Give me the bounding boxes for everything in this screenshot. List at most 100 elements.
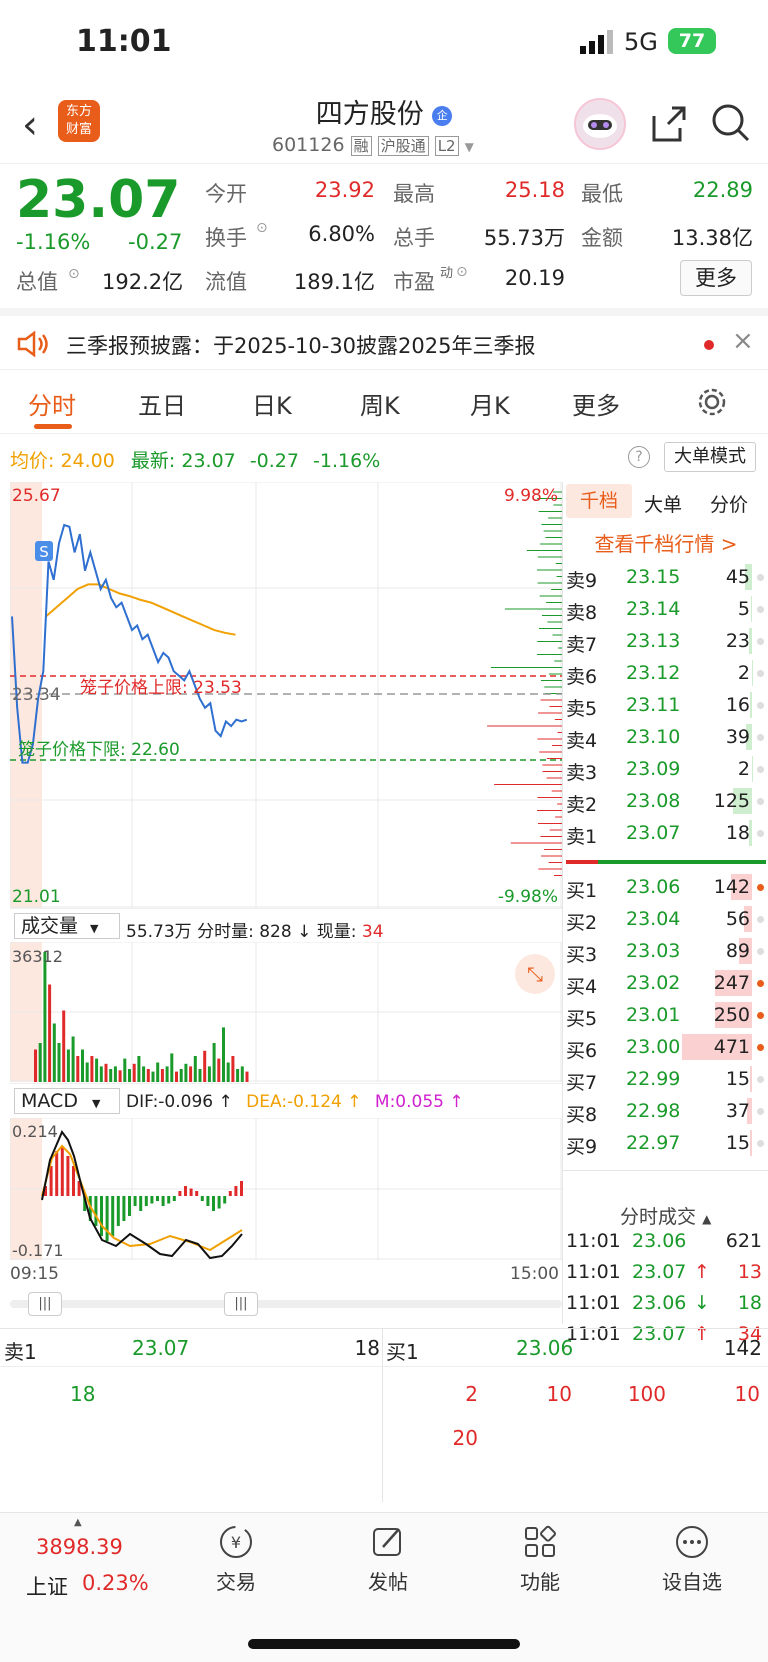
order-price: 23.10 <box>626 726 681 748</box>
sell-order-row[interactable]: 卖9 23.15 45 <box>566 562 766 594</box>
expand-icon: ⤡ <box>527 962 543 986</box>
order-level-label: 买7 <box>566 1072 598 1094</box>
trade-icon: ¥ <box>220 1526 252 1558</box>
tab-monthly-k[interactable]: 月K <box>470 386 510 421</box>
nav-functions[interactable]: 功能 <box>490 1523 590 1595</box>
order-status-dot <box>757 1108 764 1115</box>
macd-header: MACD ▼ DIF:-0.096 ↑ DEA:-0.124 ↑ M:0.055 … <box>10 1083 562 1117</box>
buy-order-row[interactable]: 买3 23.03 89 <box>566 936 766 968</box>
order-price: 23.13 <box>626 630 681 652</box>
info-icon[interactable]: ⊙ <box>456 264 468 280</box>
buy-order-row[interactable]: 买9 22.97 15 <box>566 1128 766 1160</box>
search-icon[interactable] <box>710 102 752 148</box>
sell-order-row[interactable]: 卖6 23.12 2 <box>566 658 766 690</box>
indicator-select-macd[interactable]: MACD ▼ <box>14 1088 120 1114</box>
tab-weekly-k[interactable]: 周K <box>360 386 400 421</box>
big-order-mode-button[interactable]: 大单模式 <box>664 442 756 472</box>
close-icon[interactable]: × <box>732 326 754 356</box>
buy-order-row[interactable]: 买7 22.99 15 <box>566 1064 766 1096</box>
buy-order-row[interactable]: 买8 22.98 37 <box>566 1096 766 1128</box>
volume-bar <box>99 1066 103 1082</box>
order-price: 23.15 <box>626 566 681 588</box>
cage-lower-label: 笼子价格下限: 22.60 <box>18 740 180 760</box>
sell-order-row[interactable]: 卖4 23.10 39 <box>566 722 766 754</box>
view-thousand-link[interactable]: 查看千档行情 > <box>566 528 766 557</box>
latest-label: 最新: <box>130 450 176 472</box>
chevron-up-icon[interactable]: ▲ <box>74 1517 82 1528</box>
macd-bar <box>60 1146 64 1196</box>
settings-gear-icon[interactable] <box>696 386 728 422</box>
volume-bar <box>137 1056 141 1082</box>
order-volume: 89 <box>725 940 750 962</box>
y-mid-label: 23.34 <box>12 685 61 705</box>
queue-buy-item: 10 <box>546 1382 572 1406</box>
nav-post[interactable]: 发帖 <box>338 1523 438 1595</box>
intraday-chart[interactable]: S 25.67 23.34 21.01 9.98% -9.98% 笼子价格上限:… <box>10 482 562 908</box>
nav-trade[interactable]: ¥ 交易 <box>186 1523 286 1595</box>
tab-price-dist[interactable]: 分价 <box>710 490 748 517</box>
tick-title[interactable]: 分时成交 ▲ <box>620 1202 711 1229</box>
notice-bar[interactable]: 三季报预披露：于2025-10-30披露2025年三季报 × <box>0 308 768 370</box>
sell-order-row[interactable]: 卖8 23.14 5 <box>566 594 766 626</box>
tab-big-order[interactable]: 大单 <box>644 490 682 517</box>
macd-dif: DIF:-0.096 ↑ <box>126 1092 233 1112</box>
buy-order-row[interactable]: 买1 23.06 142 <box>566 872 766 904</box>
volume-bar <box>198 1069 202 1082</box>
tab-daily-k[interactable]: 日K <box>252 386 292 421</box>
volume-chart[interactable]: 36312 ⤡ <box>10 942 562 1082</box>
macd-bar <box>195 1191 199 1196</box>
stat-label-volume: 总手 <box>393 226 435 250</box>
tab-more[interactable]: 更多 <box>572 386 620 421</box>
order-status-dot <box>757 798 764 805</box>
stat-label-pe: 市盈 <box>393 270 435 294</box>
more-button[interactable]: 更多 <box>680 260 752 296</box>
sell-order-row[interactable]: 卖2 23.08 125 <box>566 786 766 818</box>
tab-five-day[interactable]: 五日 <box>138 386 186 421</box>
info-icon[interactable]: ⊙ <box>68 266 80 282</box>
volume-header: 成交量 ▼ 55.73万 分时量: 828 ↓ 现量: 34 <box>10 908 562 942</box>
tick-title-label: 分时成交 <box>620 1206 697 1228</box>
help-icon[interactable]: ? <box>628 446 650 468</box>
order-price: 23.11 <box>626 694 681 716</box>
stat-label-turnover: 换手 <box>205 226 247 250</box>
time-end-label: 15:00 <box>510 1264 559 1284</box>
tab-thousand-level[interactable]: 千档 <box>566 484 632 518</box>
robot-avatar-icon[interactable] <box>574 98 626 150</box>
volume-bar <box>95 1058 99 1082</box>
share-icon[interactable] <box>648 104 688 148</box>
queue-buy-label: 买1 <box>386 1340 419 1364</box>
order-price: 23.09 <box>626 758 681 780</box>
indicator-select-volume[interactable]: 成交量 ▼ <box>14 913 120 939</box>
order-status-dot <box>757 638 764 645</box>
chevron-down-icon: ▼ <box>90 922 99 935</box>
info-icon[interactable]: ⊙ <box>256 220 268 236</box>
tick-price: 23.06 <box>632 1292 687 1314</box>
range-slider-track[interactable] <box>10 1300 562 1308</box>
range-handle-right[interactable]: ||| <box>224 1292 258 1316</box>
macd-bar <box>217 1196 221 1209</box>
macd-bar <box>178 1191 182 1196</box>
pct-bot-label: -9.98% <box>498 887 558 907</box>
signal-marker-label: S <box>39 543 49 561</box>
nav-add-watchlist[interactable]: 设自选 <box>642 1523 742 1595</box>
range-handle-left[interactable]: ||| <box>28 1292 62 1316</box>
divider <box>382 1328 383 1502</box>
macd-chart[interactable]: 0.214 -0.171 <box>10 1118 562 1260</box>
macd-bot-label: -0.171 <box>12 1241 64 1260</box>
sell-order-row[interactable]: 卖1 23.07 18 <box>566 818 766 850</box>
tab-intraday[interactable]: 分时 <box>28 386 76 421</box>
index-value[interactable]: 3898.39 <box>36 1535 123 1559</box>
sell-order-row[interactable]: 卖3 23.09 2 <box>566 754 766 786</box>
buy-order-row[interactable]: 买2 23.04 56 <box>566 904 766 936</box>
nav-trade-label: 交易 <box>216 1570 256 1594</box>
buy-order-row[interactable]: 买4 23.02 247 <box>566 968 766 1000</box>
buy-order-row[interactable]: 买5 23.01 250 <box>566 1000 766 1032</box>
buy-order-row[interactable]: 买6 23.00 471 <box>566 1032 766 1064</box>
order-level-label: 买9 <box>566 1136 598 1158</box>
macd-bar <box>240 1181 243 1196</box>
sell-order-row[interactable]: 卖5 23.11 16 <box>566 690 766 722</box>
order-price: 23.08 <box>626 790 681 812</box>
volume-bar <box>240 1066 244 1082</box>
sell-order-row[interactable]: 卖7 23.13 23 <box>566 626 766 658</box>
chevron-down-icon[interactable]: ▼ <box>465 140 474 154</box>
